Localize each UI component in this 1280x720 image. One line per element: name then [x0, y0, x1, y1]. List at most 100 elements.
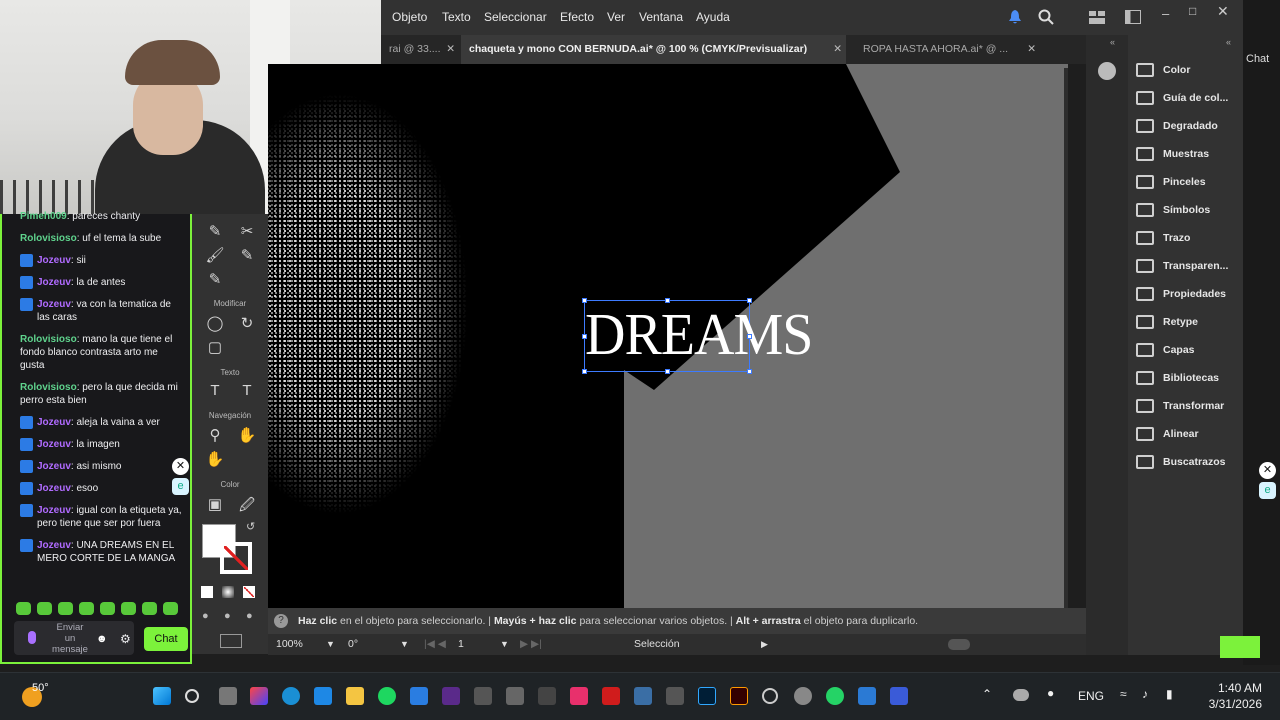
music-icon[interactable]: [570, 687, 588, 705]
battery-icon[interactable]: ▮: [1166, 687, 1173, 701]
none-mode-icon[interactable]: [243, 586, 255, 598]
selection-handle[interactable]: [665, 369, 670, 374]
zoom-tool-icon[interactable]: ⚲: [204, 426, 226, 444]
chat-username[interactable]: Rolovisioso: [20, 382, 77, 393]
artboard-nav-icon[interactable]: |◀ ◀: [424, 634, 446, 655]
hand-tool-icon[interactable]: ✋: [236, 426, 258, 444]
collapse-arrows-icon[interactable]: «: [1110, 37, 1115, 47]
chat-send-button[interactable]: Chat: [144, 627, 188, 651]
emote-icon[interactable]: [79, 602, 94, 615]
swap-colors-icon[interactable]: ↺: [246, 520, 255, 533]
gradient-mode-icon[interactable]: [222, 586, 234, 598]
emote-icon[interactable]: [58, 602, 73, 615]
chat-username[interactable]: Jozeuv: [37, 277, 71, 288]
selection-handle[interactable]: [582, 334, 587, 339]
blob-brush-icon[interactable]: ✎: [236, 246, 258, 264]
extension-icon[interactable]: e: [1259, 482, 1276, 499]
rotate-tool-icon[interactable]: ↻: [236, 314, 258, 332]
defender-icon[interactable]: [410, 687, 428, 705]
copilot-icon[interactable]: [250, 687, 268, 705]
emote-icon[interactable]: [121, 602, 136, 615]
gear-icon[interactable]: ⚙: [120, 632, 131, 646]
microphone-icon[interactable]: ●: [1047, 686, 1054, 700]
start-icon[interactable]: [153, 687, 171, 705]
chat-input[interactable]: Enviar un mensaje ☻: [14, 621, 134, 655]
clock-time[interactable]: 1:40 AM: [1206, 681, 1262, 695]
warp-tool-icon[interactable]: ▢: [204, 338, 226, 356]
close-icon[interactable]: ✕: [172, 458, 189, 475]
edge-icon[interactable]: [282, 687, 300, 705]
chat-username[interactable]: Jozeuv: [37, 461, 71, 472]
stippled-face-artwork[interactable]: [268, 94, 508, 544]
scissors-tool-icon[interactable]: ✂: [236, 222, 258, 240]
rotate-view-icon[interactable]: ✋: [204, 450, 226, 468]
task-view-icon[interactable]: [219, 687, 237, 705]
selection-handle[interactable]: [582, 298, 587, 303]
app-icon[interactable]: [858, 687, 876, 705]
shaper-tool-icon[interactable]: ✎: [204, 270, 226, 288]
chevron-down-icon[interactable]: ▼: [326, 634, 335, 655]
spotify-icon[interactable]: [378, 687, 396, 705]
app-icon[interactable]: [474, 687, 492, 705]
close-window-button[interactable]: ✕: [1217, 3, 1229, 20]
selection-handle[interactable]: [747, 369, 752, 374]
menu-texto[interactable]: Texto: [442, 10, 471, 24]
menu-ver[interactable]: Ver: [607, 10, 625, 24]
app-icon[interactable]: [666, 687, 684, 705]
emote-icon[interactable]: [16, 602, 31, 615]
artboard-nav-icon[interactable]: ▶ ▶|: [520, 634, 542, 655]
help-icon[interactable]: ?: [274, 614, 288, 628]
panel-retype[interactable]: Retype: [1136, 312, 1198, 332]
search-icon[interactable]: [1038, 9, 1054, 25]
settings-icon[interactable]: [794, 687, 812, 705]
minimize-button[interactable]: –: [1162, 6, 1169, 21]
panel-transform[interactable]: Transformar: [1136, 396, 1224, 416]
onedrive-icon[interactable]: [1013, 689, 1029, 701]
chevron-down-icon[interactable]: ▼: [400, 634, 409, 655]
app-icon[interactable]: [634, 687, 652, 705]
menu-seleccionar[interactable]: Seleccionar: [484, 10, 547, 24]
photoshop-icon[interactable]: [698, 687, 716, 705]
lasso-tool-icon[interactable]: ◯: [204, 314, 226, 332]
close-tab-icon[interactable]: ✕: [1027, 35, 1036, 64]
emote-icon[interactable]: [100, 602, 115, 615]
menu-ayuda[interactable]: Ayuda: [696, 10, 730, 24]
panel-stroke[interactable]: Trazo: [1136, 228, 1190, 248]
chevron-down-icon[interactable]: ▼: [500, 634, 509, 655]
panel-symbols[interactable]: Símbolos: [1136, 200, 1210, 220]
panel-brushes[interactable]: Pinceles: [1136, 172, 1206, 192]
panel-palette[interactable]: Color: [1136, 60, 1190, 80]
emote-icon[interactable]: [37, 602, 52, 615]
artboard-canvas[interactable]: DREAMS: [268, 64, 1068, 608]
collapse-arrows-icon[interactable]: «: [1226, 37, 1231, 47]
store-icon[interactable]: [314, 687, 332, 705]
panel-libraries[interactable]: Bibliotecas: [1136, 368, 1219, 388]
chat-username[interactable]: Jozeuv: [37, 540, 71, 551]
panel-gradient[interactable]: Degradado: [1136, 116, 1218, 136]
tab-doc-2[interactable]: chaqueta y mono CON BERNUDA.ai* @ 100 % …: [461, 35, 846, 64]
illustrator-icon[interactable]: [730, 687, 748, 705]
dreams-text-object[interactable]: DREAMS: [582, 298, 813, 374]
chat-username[interactable]: Jozeuv: [37, 299, 71, 310]
tab-doc-1[interactable]: rai @ 33.... ✕: [381, 35, 459, 64]
arrange-documents-icon[interactable]: [1125, 10, 1141, 24]
vertical-scrollbar[interactable]: [1064, 68, 1068, 608]
menu-objeto[interactable]: Objeto: [392, 10, 427, 24]
file-explorer-icon[interactable]: [346, 687, 364, 705]
panel-color-guide[interactable]: Guía de col...: [1136, 88, 1228, 108]
rotation-value[interactable]: 0°: [348, 634, 358, 655]
menu-efecto[interactable]: Efecto: [560, 10, 594, 24]
close-tab-icon[interactable]: ✕: [446, 35, 455, 64]
app-icon[interactable]: [762, 688, 778, 704]
eyedropper-tool-icon[interactable]: 🖉: [236, 495, 258, 520]
emoji-icon[interactable]: ☻: [96, 633, 108, 645]
chevron-up-icon[interactable]: ⌃: [982, 687, 992, 701]
zoom-level[interactable]: 100%: [276, 634, 303, 655]
color-mode-icon[interactable]: [201, 586, 213, 598]
chat-username[interactable]: Rolovisioso: [20, 334, 77, 345]
chat-username[interactable]: Rolovisioso: [20, 233, 77, 244]
panel-swatches[interactable]: Muestras: [1136, 144, 1209, 164]
panel-properties[interactable]: Propiedades: [1136, 284, 1226, 304]
tab-doc-3[interactable]: ROPA HASTA AHORA.ai* @ ... ✕: [855, 35, 1040, 64]
chat-username[interactable]: Jozeuv: [37, 255, 71, 266]
